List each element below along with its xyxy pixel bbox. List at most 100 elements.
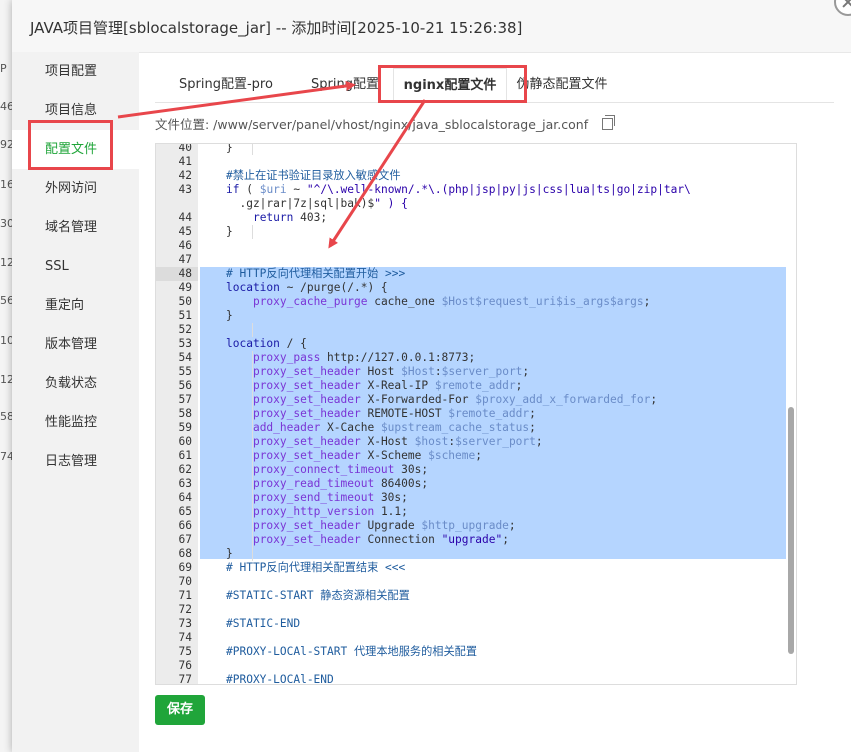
code-line[interactable]: # HTTP反向代理相关配置开始 >>> [226,267,405,281]
line-number: 75 [178,645,192,658]
code-line[interactable]: proxy_http_version 1.1; [226,505,408,519]
copy-icon[interactable] [602,115,616,130]
sidebar-item[interactable]: 负载状态 [12,364,139,403]
tab[interactable]: Spring配置-pro [167,68,285,102]
code-line[interactable]: } [226,309,233,323]
line-number [156,197,192,211]
code-line[interactable]: proxy_set_header Host $Host:$server_port… [226,365,529,379]
code-line[interactable]: proxy_set_header X-Forwarded-For $proxy_… [226,393,657,407]
code-line[interactable]: proxy_send_timeout 30s; [226,491,408,505]
line-number: 67 [178,533,192,546]
line-number: 43 [178,183,192,196]
line-number: 56 [178,379,192,392]
sidebar-item[interactable]: 项目配置 [12,52,139,91]
line-number: 72 [178,603,192,616]
line-number: 48 [156,267,198,281]
line-number: 50 [178,295,192,308]
sidebar-item[interactable]: 重定向 [12,286,139,325]
background-number: 10 [0,334,12,347]
project-modal: JAVA项目管理[sblocalstorage_jar] -- 添加时间[202… [12,0,851,752]
line-number: 42 [178,169,192,182]
code-line[interactable]: } [226,225,233,239]
save-button[interactable]: 保存 [155,695,205,725]
code-line[interactable]: proxy_set_header Upgrade $http_upgrade; [226,519,516,533]
file-path-label: 文件位置: /www/server/panel/vhost/nginx/java… [155,117,589,132]
line-number: 51 [178,309,192,322]
line-number: 74 [178,631,192,644]
line-number: 68 [178,547,192,560]
background-page-strip: P 46 92 16 30 12 56 10 12 58 74 [0,0,12,752]
code-editor[interactable]: 40} 41 42 #禁止在证书验证目录放入敏感文件 43 if ( $uri ~ "^/… [155,143,797,685]
file-path: 文件位置: /www/server/panel/vhost/nginx/java… [155,114,616,133]
sidebar-item[interactable]: 外网访问 [12,169,139,208]
sidebar-item[interactable]: 性能监控 [12,403,139,442]
line-number: 69 [178,561,192,574]
code-line[interactable]: #PROXY-LOCAl-START 代理本地服务的相关配置 [226,645,477,659]
background-number: P [0,62,7,75]
modal-titlebar: JAVA项目管理[sblocalstorage_jar] -- 添加时间[202… [12,0,851,53]
code-line[interactable]: #STATIC-END [226,617,300,631]
line-number: 62 [178,463,192,476]
background-number: 56 [0,294,12,307]
line-number: 73 [178,617,192,630]
code-line[interactable]: location / { [226,337,307,351]
code-line[interactable]: add_header X-Cache $upstream_cache_statu… [226,421,536,435]
code-line[interactable]: proxy_set_header X-Host $host:$server_po… [226,435,543,449]
code-line[interactable]: proxy_connect_timeout 30s; [226,463,428,477]
line-number: 70 [178,575,192,588]
code-line[interactable]: return 403; [226,211,327,225]
code-line[interactable]: } [226,547,233,561]
line-number: 45 [178,225,192,238]
highlight-box-tab [378,65,527,103]
code-line[interactable]: proxy_set_header X-Scheme $scheme; [226,449,482,463]
code-line[interactable]: #STATIC-START 静态资源相关配置 [226,589,410,603]
highlight-box-sidebar [28,120,113,170]
line-number: 41 [178,155,192,168]
code-line[interactable]: if ( $uri ~ "^/\.well-known/.*\.(php|jsp… [226,183,691,197]
line-number: 57 [178,393,192,406]
line-number: 64 [178,491,192,504]
background-number: 92 [0,138,12,151]
line-number: 55 [178,365,192,378]
code-line[interactable]: #禁止在证书验证目录放入敏感文件 [226,169,401,183]
indent-guide [252,323,253,337]
line-number: 65 [178,505,192,518]
sidebar-item[interactable]: 日志管理 [12,442,139,481]
background-number: 12 [0,373,12,386]
code-line[interactable]: proxy_pass http://127.0.0.1:8773; [226,351,475,365]
indent-guide [252,225,253,239]
background-number: 30 [0,217,12,230]
code-line[interactable]: proxy_set_header X-Real-IP $remote_addr; [226,379,522,393]
line-number: 44 [178,211,192,224]
line-number: 49 [178,281,192,294]
code-line[interactable]: # HTTP反向代理相关配置结束 <<< [226,561,405,575]
line-number: 58 [178,407,192,420]
background-number: 16 [0,178,12,191]
line-number: 46 [178,239,192,252]
background-number: 58 [0,410,12,423]
line-number: 53 [178,337,192,350]
editor-scrollbar[interactable] [788,407,794,654]
code-line[interactable]: proxy_set_header Connection "upgrade"; [226,533,509,547]
line-number: 54 [178,351,192,364]
line-number: 60 [178,435,192,448]
code-line[interactable]: } [226,144,233,155]
code-line[interactable]: proxy_set_header REMOTE-HOST $remote_add… [226,407,536,421]
code-line[interactable]: proxy_cache_purge cache_one $Host$reques… [226,295,650,309]
line-number: 66 [178,519,192,532]
sidebar-item[interactable]: 版本管理 [12,325,139,364]
line-number: 47 [178,253,192,266]
code-line[interactable]: location ~ /purge(/.*) { [226,281,388,295]
line-number: 63 [178,477,192,490]
indent-guide [252,144,253,155]
modal-title: JAVA项目管理[sblocalstorage_jar] -- 添加时间[202… [30,19,523,37]
background-number: 12 [0,256,12,269]
line-number: 59 [178,421,192,434]
line-number: 52 [178,323,192,336]
line-number: 71 [178,589,192,602]
code-line[interactable]: #PROXY-LOCAl-END [226,673,334,684]
code-line[interactable]: .gz|rar|7z|sql|bak)$" ) { [226,197,407,211]
sidebar-item[interactable]: 域名管理 [12,208,139,247]
sidebar-item[interactable]: SSL [12,247,139,286]
code-line[interactable]: proxy_read_timeout 86400s; [226,477,428,491]
